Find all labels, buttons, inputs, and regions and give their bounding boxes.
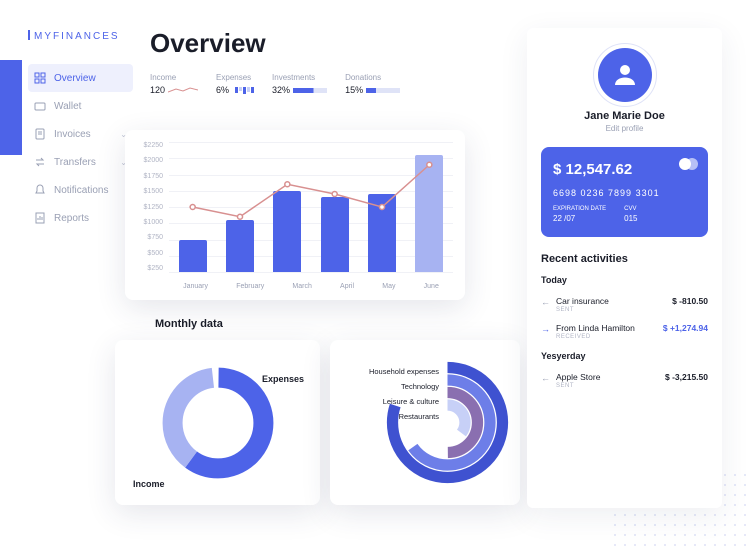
bars	[169, 142, 453, 272]
stat-label: Income	[150, 73, 198, 82]
doc-icon	[34, 128, 46, 140]
activity-item[interactable]: ← Car insuranceSENT $ -810.50	[541, 291, 708, 318]
donut-label-income: Income	[133, 479, 165, 489]
activity-amount: $ -3,215.50	[665, 372, 708, 382]
monthly-data-title: Monthly data	[155, 318, 223, 330]
activity-item[interactable]: → From Linda HamiltonRECEIVED $ +1,274.94	[541, 318, 708, 345]
nav-label: Transfers	[54, 157, 96, 168]
stat-label: Expenses	[216, 73, 254, 82]
donut-chart-card: Expenses Income	[115, 340, 320, 505]
stat-label: Donations	[345, 73, 400, 82]
bar[interactable]	[415, 155, 443, 272]
mastercard-icon	[679, 157, 698, 175]
stats-row: Income 120 Expenses 6% Investments 32% D…	[150, 73, 500, 95]
edit-profile-link[interactable]: Edit profile	[541, 124, 708, 133]
sidebar-item-reports[interactable]: Reports	[28, 204, 133, 232]
credit-card[interactable]: $ 12,547.62 6698 0236 7899 3301 EXPIRATI…	[541, 147, 708, 237]
radial-chart	[385, 360, 510, 485]
stat-investments: Investments 32%	[272, 73, 327, 95]
bar[interactable]	[226, 220, 254, 272]
nav-label: Invoices	[54, 129, 91, 140]
sidebar-item-wallet[interactable]: Wallet	[28, 92, 133, 120]
sidebar: MYFINANCES OverviewWalletInvoices⌄Transf…	[28, 30, 133, 232]
activity-type: SENT	[556, 307, 666, 313]
nav-label: Notifications	[54, 185, 108, 196]
donut-chart	[158, 363, 278, 483]
brand-logo: MYFINANCES	[28, 30, 133, 42]
stat-label: Investments	[272, 73, 327, 82]
swap-icon	[34, 156, 46, 168]
arrow-right-icon: →	[541, 324, 550, 334]
arrow-left-icon: ←	[541, 373, 550, 383]
card-number: 6698 0236 7899 3301	[553, 188, 696, 198]
stat-value: 6%	[216, 85, 254, 95]
activity-type: RECEIVED	[556, 334, 657, 340]
activity-amount: $ -810.50	[672, 296, 708, 306]
nav-label: Overview	[54, 73, 96, 84]
nav-label: Wallet	[54, 101, 81, 112]
accent-block	[0, 60, 22, 155]
stat-value: 32%	[272, 85, 327, 95]
sidebar-item-invoices[interactable]: Invoices⌄	[28, 120, 133, 148]
bar[interactable]	[179, 240, 207, 273]
bell-icon	[34, 184, 46, 196]
report-icon	[34, 212, 46, 224]
avatar-icon	[610, 60, 640, 90]
bar[interactable]	[368, 194, 396, 272]
card-cvv: 015	[624, 214, 637, 223]
activity-amount: $ +1,274.94	[663, 323, 708, 333]
sidebar-item-notifications[interactable]: Notifications	[28, 176, 133, 204]
right-panel: Jane Marie Doe Edit profile $ 12,547.62 …	[527, 28, 722, 508]
activity-type: SENT	[556, 383, 659, 389]
bar-chart-card: $2250$2000$1750$1500$1250$1000$750$500$2…	[125, 130, 465, 300]
card-cvv-label: CVV	[624, 206, 637, 212]
card-balance: $ 12,547.62	[553, 161, 696, 178]
wallet-icon	[34, 100, 46, 112]
recent-activities-title: Recent activities	[541, 253, 708, 265]
avatar[interactable]	[598, 48, 652, 102]
stat-expenses: Expenses 6%	[216, 73, 254, 95]
sidebar-item-transfers[interactable]: Transfers⌄	[28, 148, 133, 176]
activity-name: Car insurance	[556, 296, 666, 306]
activity-name: From Linda Hamilton	[556, 323, 657, 333]
stat-value: 120	[150, 85, 198, 95]
stat-income: Income 120	[150, 73, 198, 95]
radial-chart-card: Household expensesTechnologyLeisure & cu…	[330, 340, 520, 505]
card-exp: 22 /07	[553, 214, 606, 223]
nav-label: Reports	[54, 213, 89, 224]
stat-value: 15%	[345, 85, 400, 95]
bar[interactable]	[273, 191, 301, 272]
bar[interactable]	[321, 197, 349, 272]
activity-day: Yesyerday	[541, 351, 708, 361]
main-content: Overview Income 120 Expenses 6% Investme…	[150, 28, 500, 103]
activity-day: Today	[541, 275, 708, 285]
y-axis: $2250$2000$1750$1500$1250$1000$750$500$2…	[135, 142, 163, 272]
donut-label-expenses: Expenses	[262, 374, 304, 384]
user-name: Jane Marie Doe	[541, 110, 708, 122]
chart-plot	[169, 142, 453, 272]
activity-name: Apple Store	[556, 372, 659, 382]
page-title: Overview	[150, 28, 500, 59]
sidebar-item-overview[interactable]: Overview	[28, 64, 133, 92]
activity-item[interactable]: ← Apple StoreSENT $ -3,215.50	[541, 367, 708, 394]
card-exp-label: EXPIRATION DATE	[553, 206, 606, 212]
grid-icon	[34, 72, 46, 84]
x-axis: JanuaryFebruaryMarchAprilMayJune	[169, 283, 453, 290]
arrow-left-icon: ←	[541, 297, 550, 307]
stat-donations: Donations 15%	[345, 73, 400, 95]
